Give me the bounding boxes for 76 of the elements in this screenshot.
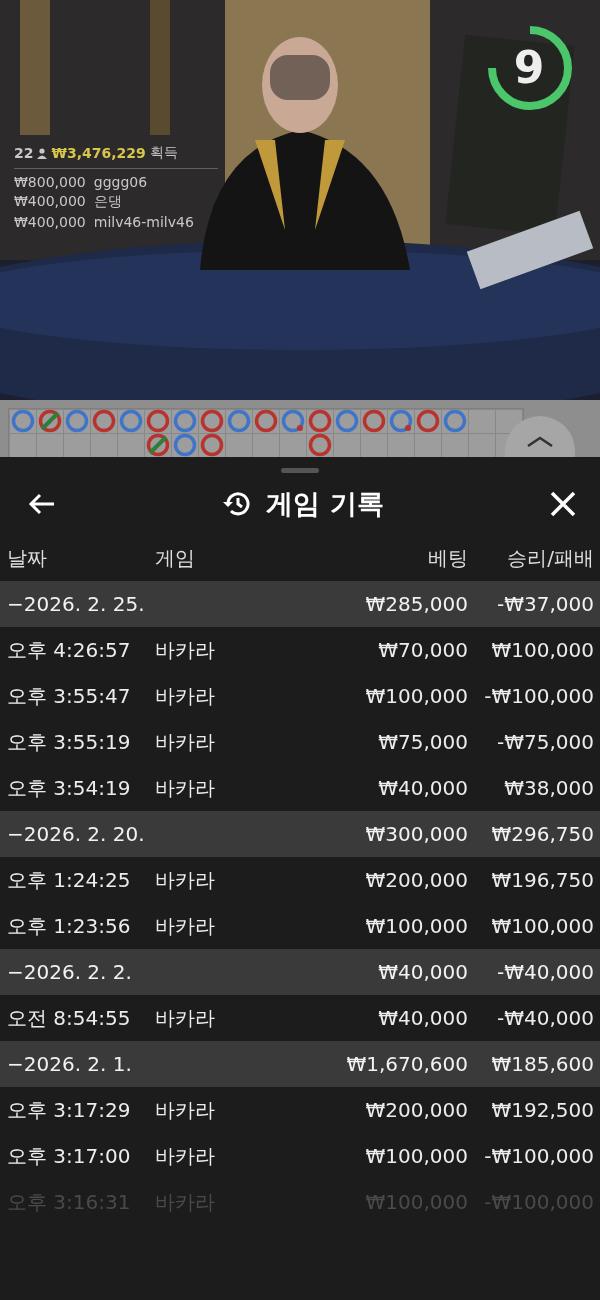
winner-name: milv46-milv46 [93,214,194,230]
column-header: 게임 [155,544,196,572]
time-cell-text: 오후 3:55:19 [7,728,132,756]
date-cell-text: −2026. 2. 20. [7,822,146,846]
close-button[interactable] [550,491,576,517]
date-group-row[interactable]: −2026. 2. 1. ₩1,670,600 ₩185,600 [0,1041,600,1087]
time-cell-text: 오후 1:23:56 [7,912,132,940]
bet-cell-text: ₩75,000 [377,730,468,754]
time-cell-text: 오후 1:24:25 [7,866,132,894]
chevron-up-icon [525,436,555,450]
bet-cell-text: ₩70,000 [377,638,468,662]
result-cell-text: -₩100,000 [483,684,594,708]
time-cell-text: 오후 3:17:29 [7,1096,132,1124]
result-cell-text: ₩192,500 [490,1098,594,1122]
time-cell-text: 오후 4:26:57 [7,636,132,664]
bet-cell-text: ₩300,000 [364,822,468,846]
back-button[interactable] [28,493,56,515]
history-icon [222,490,253,518]
sheet-title: 게임 기록 [266,487,384,521]
bet-cell-text: ₩200,000 [364,868,468,892]
winner-amount: ₩400,000 [14,214,86,230]
date-group-row[interactable]: −2026. 2. 25. ₩285,000 -₩37,000 [0,581,600,627]
close-icon [550,491,576,517]
winner-amount: ₩400,000 [14,193,86,211]
bet-cell-text: ₩40,000 [377,1006,468,1030]
result-cell-text: -₩37,000 [496,592,594,616]
bet-cell-text: ₩100,000 [364,914,468,938]
result-cell-text: -₩40,000 [496,960,594,984]
result-cell-text: ₩296,750 [490,822,594,846]
result-cell-text: ₩38,000 [503,776,594,800]
countdown-number: 9 [512,42,546,93]
bet-cell-text: ₩1,670,600 [345,1052,468,1076]
player-count: 22 [14,145,34,161]
result-cell-text: ₩196,750 [490,868,594,892]
column-header: 승리/패배 [506,544,594,572]
game-cell-text: 바카라 [155,682,216,710]
game-cell-text: 바카라 [155,774,216,802]
game-cell-text: 바카라 [155,636,216,664]
column-header: 베팅 [427,544,468,572]
time-cell-text: 오전 8:54:55 [7,1004,132,1032]
date-cell-text: −2026. 2. 25. [7,592,146,616]
back-arrow-icon [28,493,56,515]
total-winnings: ₩3,476,229 [51,145,146,161]
date-group-row[interactable]: −2026. 2. 2. ₩40,000 -₩40,000 [0,949,600,995]
date-cell-text: −2026. 2. 2. [7,960,133,984]
bet-cell-text: ₩285,000 [364,592,468,616]
bet-cell-text: ₩200,000 [364,1098,468,1122]
date-group-row[interactable]: −2026. 2. 20. ₩300,000 ₩296,750 [0,811,600,857]
result-cell-text: -₩40,000 [496,1006,594,1030]
bet-cell-text: ₩100,000 [364,1144,468,1168]
result-cell-text: -₩75,000 [496,730,594,754]
time-cell-text: 오후 3:54:19 [7,774,132,802]
column-header: 날짜 [7,544,48,572]
date-cell-text: −2026. 2. 1. [7,1052,133,1076]
time-cell-text: 오후 3:17:00 [7,1142,132,1170]
winnings-label: 획득 [149,144,178,162]
bet-cell-text: ₩40,000 [377,960,468,984]
game-cell-text: 바카라 [155,1096,216,1124]
game-cell-text: 바카라 [155,1004,216,1032]
result-cell-text: -₩100,000 [483,1144,594,1168]
time-cell-text: 오후 3:55:47 [7,682,132,710]
drag-handle[interactable] [281,468,319,473]
game-cell-text: 바카라 [155,866,216,894]
winner-name: gggg06 [93,174,148,190]
bet-cell-text: ₩100,000 [364,684,468,708]
result-cell-text: ₩100,000 [490,638,594,662]
bet-cell-text: ₩40,000 [377,776,468,800]
person-icon [37,147,48,159]
result-cell-text: ₩185,600 [490,1052,594,1076]
game-cell-text: 바카라 [155,1142,216,1170]
game-cell-text: 바카라 [155,912,216,940]
winner-amount: ₩800,000 [14,174,86,190]
expand-button[interactable] [505,416,575,457]
game-cell-text: 바카라 [155,728,216,756]
result-cell-text: ₩100,000 [490,914,594,938]
winner-name: 은댕 [93,193,122,211]
